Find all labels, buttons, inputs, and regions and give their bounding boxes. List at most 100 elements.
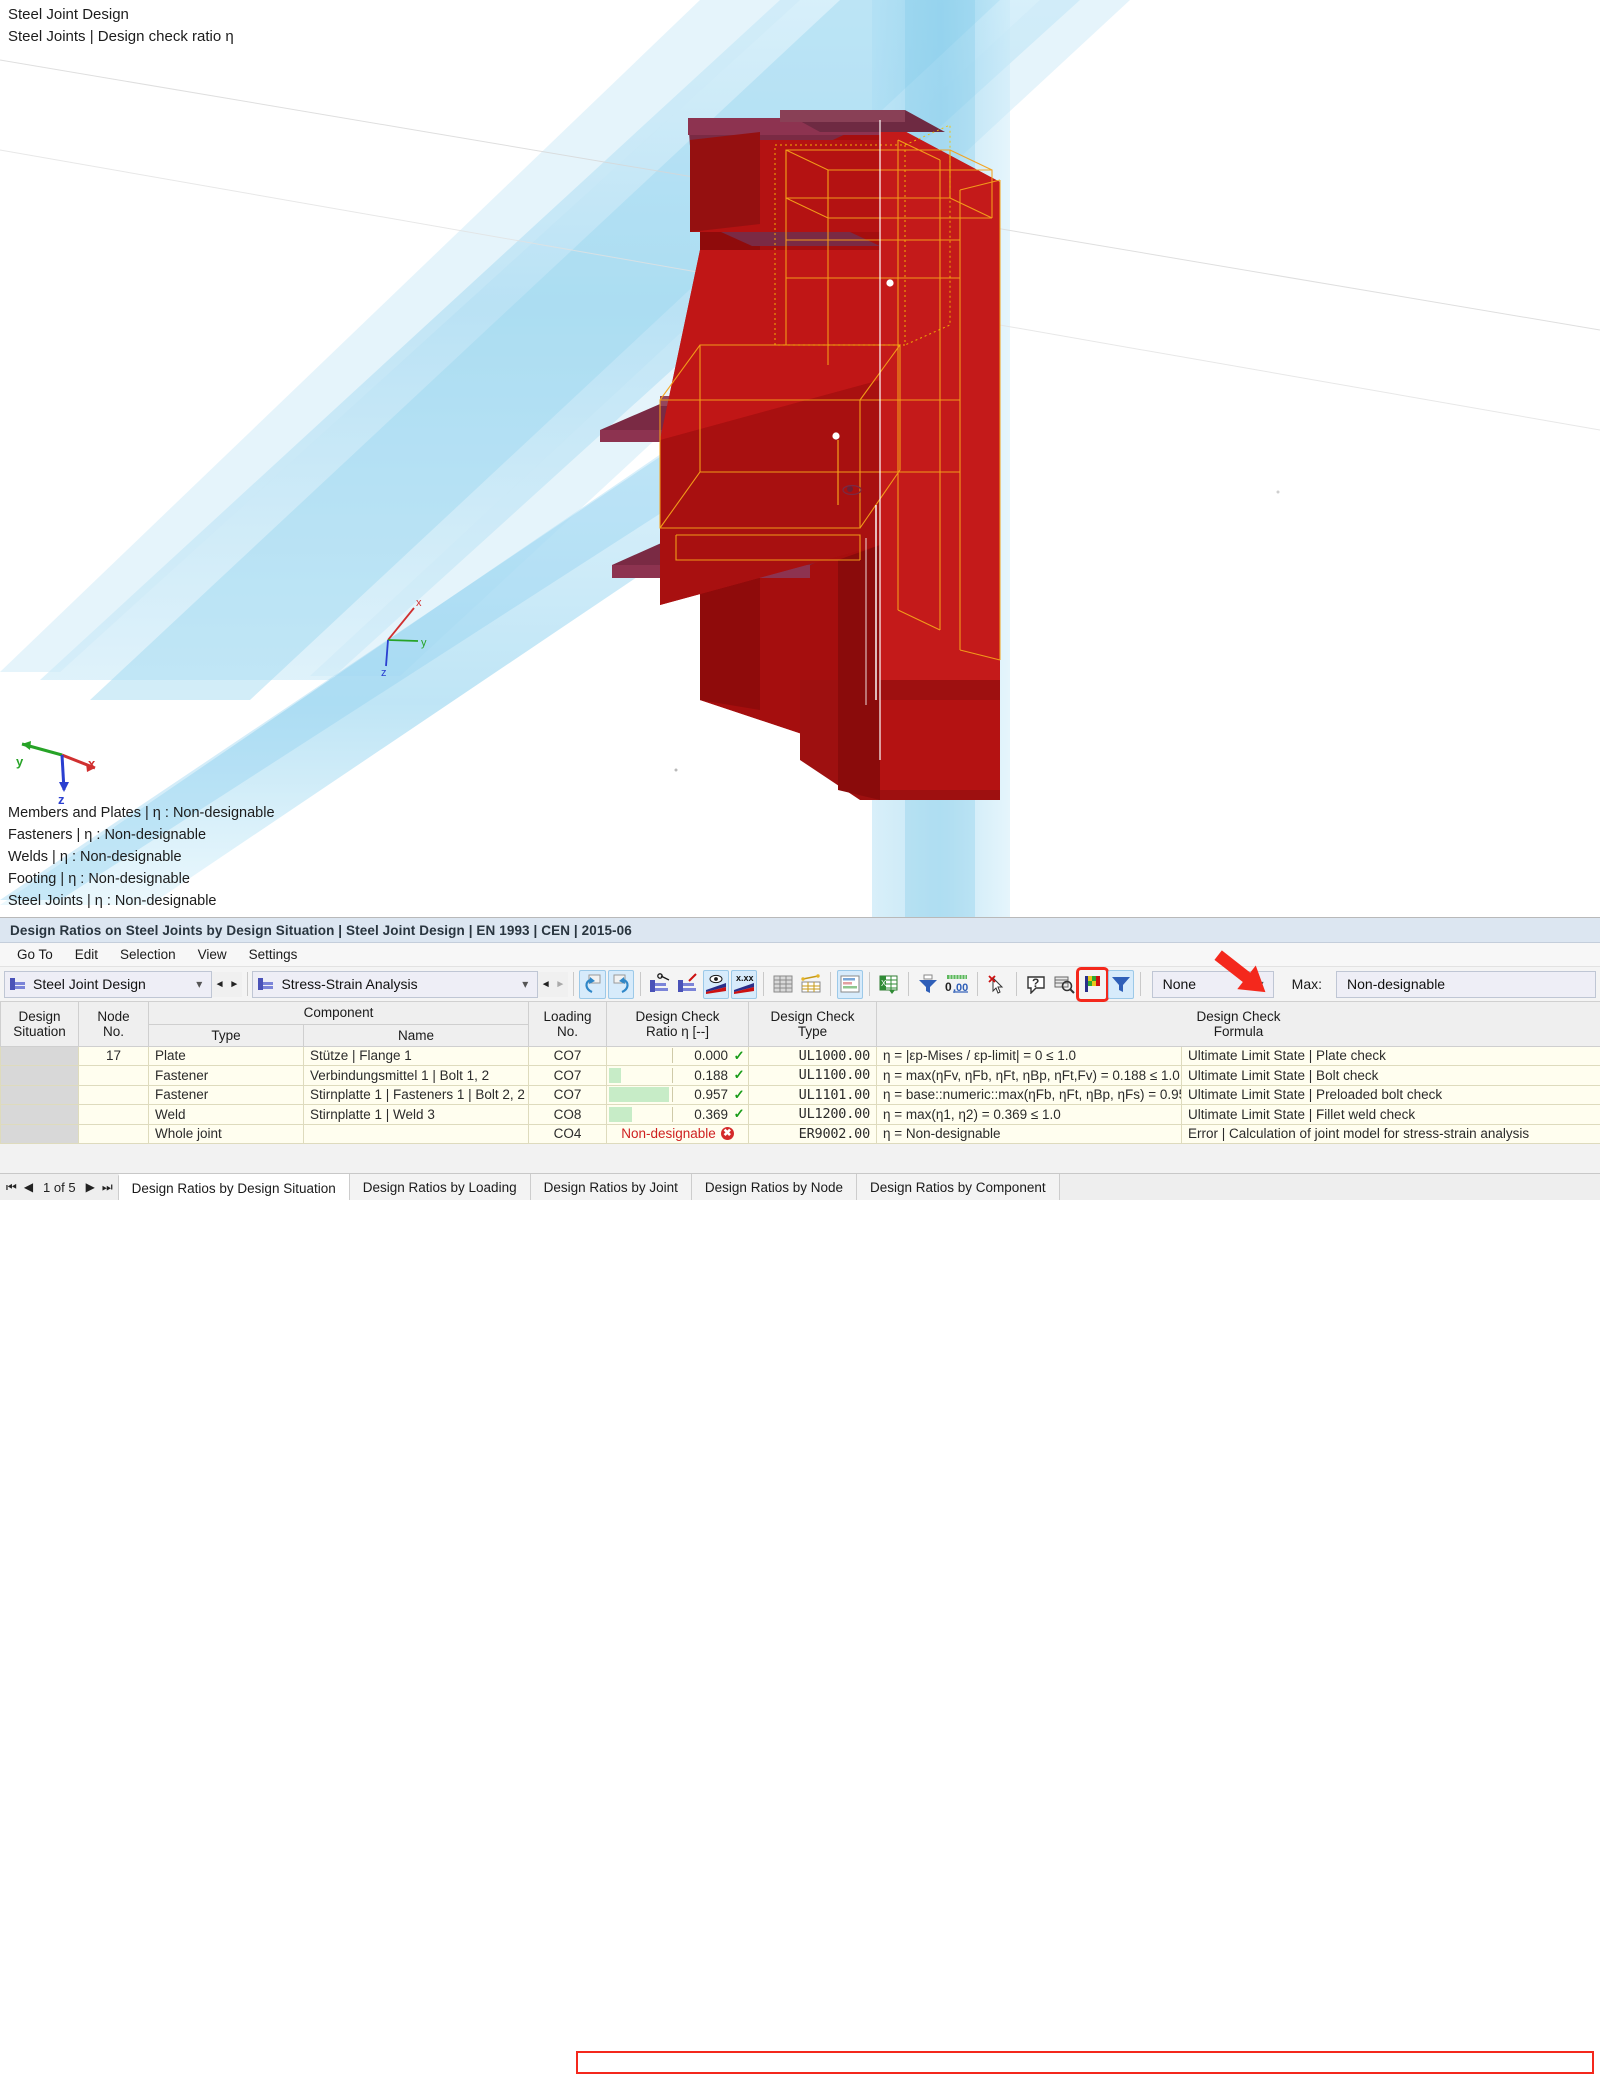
cell-description: Error | Calculation of joint model for s…: [1182, 1124, 1600, 1144]
table-row[interactable]: 17 Plate Stütze | Flange 1 CO7 0.000 ✓ U…: [1, 1046, 1600, 1066]
svg-text:x.xx: x.xx: [736, 973, 754, 983]
page-indicator: 1 of 5: [40, 1180, 79, 1195]
deselect-icon[interactable]: [984, 970, 1010, 999]
design-module-combo[interactable]: Steel Joint Design ▾: [4, 971, 212, 998]
results-panel: Design Ratios on Steel Joints by Design …: [0, 917, 1600, 1200]
export-excel-icon[interactable]: X: [876, 970, 902, 999]
menu-settings[interactable]: Settings: [238, 945, 309, 964]
pagination-controls: ⏮ ◀ 1 of 5 ▶ ⏭: [0, 1174, 119, 1200]
toolbar-separator-2: [573, 972, 574, 996]
model-3d-viewport[interactable]: x y z x y z Steel Joint Design Steel Joi…: [0, 0, 1600, 925]
toolbar-separator-5: [830, 972, 831, 996]
cell-formula: η = |εp-Mises / εp-limit| = 0 ≤ 1.0: [877, 1046, 1182, 1066]
filter-values-icon[interactable]: [915, 970, 941, 999]
analysis-prev-button[interactable]: ◄: [538, 972, 553, 997]
tab-design-ratios-by-loading[interactable]: Design Ratios by Loading: [349, 1174, 531, 1200]
analysis-type-combo[interactable]: Stress-Strain Analysis ▾: [252, 971, 538, 998]
first-page-button[interactable]: ⏮: [6, 1180, 17, 1195]
info-icon[interactable]: ?: [1023, 970, 1049, 999]
cell-node-no: [79, 1066, 149, 1086]
tab-design-ratios-by-component[interactable]: Design Ratios by Component: [856, 1174, 1060, 1200]
error-row-highlight: [576, 2051, 1594, 2074]
max-label: Max:: [1292, 976, 1322, 992]
chevron-down-icon[interactable]: ▾: [191, 977, 207, 991]
ratio-bar-track: [609, 1068, 673, 1083]
chevron-down-icon-2[interactable]: ▾: [517, 977, 533, 991]
cell-loading: CO7: [529, 1085, 607, 1105]
cell-node-no: [79, 1124, 149, 1144]
cell-loading: CO4: [529, 1124, 607, 1144]
menu-edit[interactable]: Edit: [64, 945, 109, 964]
table-row[interactable]: Weld Stirnplatte 1 | Weld 3 CO8 0.369 ✓ …: [1, 1105, 1600, 1125]
table-row[interactable]: Fastener Stirnplatte 1 | Fasteners 1 | B…: [1, 1085, 1600, 1105]
th-design-check-ratio[interactable]: Design Check Ratio η [--]: [607, 1002, 749, 1046]
status-ok-icon: ✓: [732, 1067, 746, 1083]
ratio-value: 0.369: [677, 1107, 732, 1122]
row-gutter[interactable]: [1, 1085, 79, 1105]
th-design-situation[interactable]: Design Situation: [1, 1002, 79, 1046]
tab-design-ratios-by-node[interactable]: Design Ratios by Node: [691, 1174, 857, 1200]
tab-design-ratios-by-design-situation[interactable]: Design Ratios by Design Situation: [118, 1174, 350, 1200]
table-grid-icon[interactable]: [770, 970, 796, 999]
next-page-button[interactable]: ▶: [86, 1180, 95, 1194]
find-icon[interactable]: [1051, 970, 1077, 999]
menu-selection[interactable]: Selection: [109, 945, 187, 964]
cell-node-no: [79, 1085, 149, 1105]
toolbar-separator-3: [640, 972, 641, 996]
menu-go-to[interactable]: Go To: [6, 945, 64, 964]
design-ratios-table[interactable]: Design Situation Node No. Component Load…: [0, 1002, 1600, 1144]
cell-description: Ultimate Limit State | Fillet weld check: [1182, 1105, 1600, 1125]
cell-check-type: UL1000.00: [749, 1046, 877, 1066]
ratio-value: 0.957: [677, 1087, 732, 1102]
toolbar-separator-4: [763, 972, 764, 996]
ratio-bar-fill: [609, 1087, 669, 1102]
cell-name: [304, 1124, 529, 1144]
design-module-next-button[interactable]: ►: [227, 972, 242, 997]
viewport-legend: Members and Plates | η : Non-designable …: [8, 802, 275, 912]
viewport-title-line2: Steel Joints | Design check ratio η: [8, 26, 234, 48]
th-design-check-type[interactable]: Design Check Type: [749, 1002, 877, 1046]
max-value-field[interactable]: Non-designable: [1336, 971, 1596, 998]
th-node-no[interactable]: Node No.: [79, 1002, 149, 1046]
analysis-next-button[interactable]: ►: [553, 972, 568, 997]
row-gutter[interactable]: [1, 1066, 79, 1086]
cell-formula: η = max(ηFv, ηFb, ηFt, ηBp, ηFt,Fv) = 0.…: [877, 1066, 1182, 1086]
result-diagram-icon[interactable]: [837, 970, 863, 999]
cell-check-type: ER9002.00: [749, 1124, 877, 1144]
cell-node-no: [79, 1105, 149, 1125]
decimal-places-icon[interactable]: 0 ,00: [943, 970, 971, 999]
cell-formula: η = max(η1, η2) = 0.369 ≤ 1.0: [877, 1105, 1182, 1125]
row-gutter[interactable]: [1, 1124, 79, 1144]
chevron-down-icon-3[interactable]: ▾: [1253, 977, 1269, 991]
legend-item-footing: Footing | η : Non-designable: [8, 868, 275, 890]
filter-combo[interactable]: None ▾: [1152, 971, 1274, 998]
cell-name: Stütze | Flange 1: [304, 1046, 529, 1066]
joint-settings-icon[interactable]: [647, 970, 673, 999]
toolbar-separator-7: [908, 972, 909, 996]
result-values-icon[interactable]: x.xx: [731, 970, 757, 999]
filter-combo-value: None: [1157, 976, 1253, 992]
color-scale-icon[interactable]: [1079, 970, 1105, 999]
th-component[interactable]: Component: [149, 1002, 529, 1024]
tab-design-ratios-by-joint[interactable]: Design Ratios by Joint: [530, 1174, 692, 1200]
th-design-check-formula[interactable]: Design Check Formula: [877, 1002, 1600, 1046]
menu-view[interactable]: View: [187, 945, 238, 964]
table-row-error[interactable]: Whole joint CO4 Non-designable ✖ ER9002.…: [1, 1124, 1600, 1144]
th-loading-no[interactable]: Loading No.: [529, 1002, 607, 1046]
design-module-prev-button[interactable]: ◄: [212, 972, 227, 997]
show-results-icon[interactable]: [703, 970, 729, 999]
redo-icon[interactable]: [608, 970, 634, 999]
joint-edit-icon[interactable]: [675, 970, 701, 999]
prev-page-button[interactable]: ◀: [24, 1180, 33, 1194]
row-gutter[interactable]: [1, 1105, 79, 1125]
th-component-type[interactable]: Type: [149, 1024, 304, 1046]
last-page-button[interactable]: ⏭: [102, 1180, 113, 1195]
table-values-icon[interactable]: [798, 970, 824, 999]
filter-icon[interactable]: [1108, 970, 1134, 999]
status-ok-icon: ✓: [732, 1106, 746, 1122]
table-row[interactable]: Fastener Verbindungsmittel 1 | Bolt 1, 2…: [1, 1066, 1600, 1086]
th-component-name[interactable]: Name: [304, 1024, 529, 1046]
toolbar-separator: [247, 972, 248, 996]
row-gutter[interactable]: [1, 1046, 79, 1066]
undo-icon[interactable]: [579, 970, 605, 999]
